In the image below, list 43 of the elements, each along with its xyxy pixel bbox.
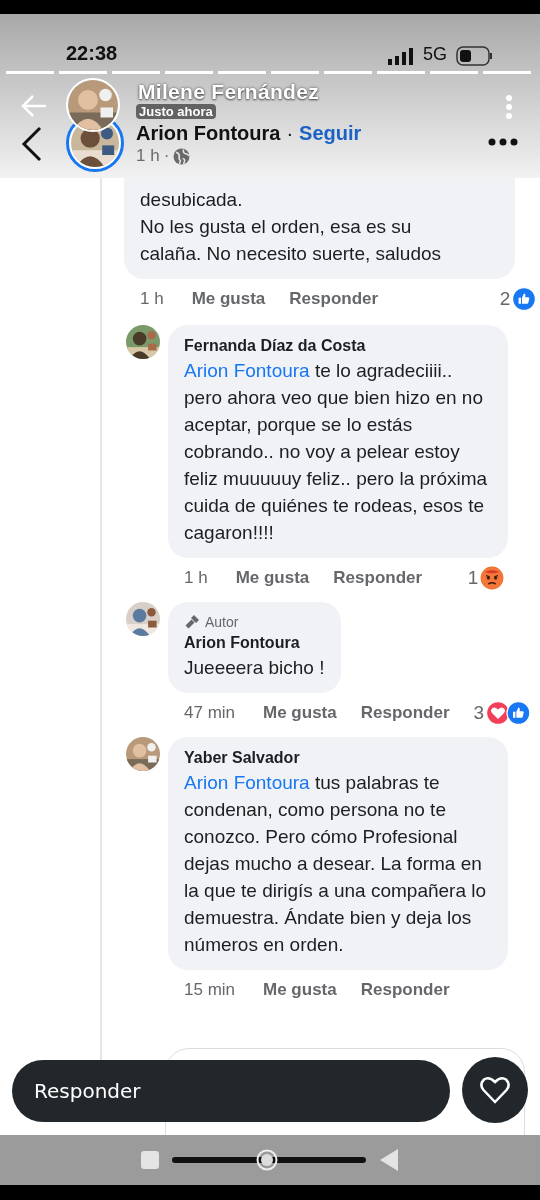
like-icon	[512, 287, 537, 311]
comment-author[interactable]: Fernanda Díaz da Costa	[184, 335, 492, 357]
signal-icon	[388, 48, 413, 65]
globe-icon	[173, 147, 191, 165]
comment-time: 1 h	[140, 289, 164, 309]
comment-author[interactable]: Arion Fontoura	[184, 632, 325, 654]
like-icon	[506, 701, 531, 725]
post-author[interactable]: Arion Fontoura	[136, 122, 281, 145]
like-button[interactable]: Me gusta	[263, 980, 337, 1000]
reaction-count: 1	[467, 567, 479, 589]
mention-link[interactable]: Arion Fontoura	[184, 360, 310, 381]
like-button[interactable]: Me gusta	[235, 568, 310, 588]
follow-link[interactable]: Seguir	[299, 122, 362, 145]
comment-time: 47 min	[184, 703, 236, 723]
author-label: Autor	[205, 613, 239, 632]
network-label: 5G	[423, 44, 447, 65]
post-time: 1 h	[136, 146, 160, 166]
comment-text: Arion Fontoura te lo agradeciiii.. pero ahora veo que bien hizo en no aceptar, porque se lo estás cobrando.. no voy a pelear estoy feliz muuuuuy feliz.. pero la próxima cuida de quiénes te rodeas, esos te cagaron!!!!	[184, 359, 489, 545]
reply-field[interactable]: Responder	[12, 1060, 450, 1122]
comment-text: desubicada. No les gusta el orden, esa es su calaña. No necesito suerte, saludos	[140, 188, 442, 266]
status-time: 22:38	[66, 42, 118, 65]
reply-button[interactable]: Responder	[360, 980, 450, 1000]
comment-time: 1 h	[184, 568, 208, 588]
reply-button[interactable]: Responder	[333, 568, 423, 588]
like-button[interactable]: Me gusta	[191, 289, 266, 309]
mention-link[interactable]: Arion Fontoura	[184, 772, 310, 793]
comment-time: 15 min	[184, 980, 236, 1000]
separator: ·	[286, 122, 294, 145]
comment-text: Jueeeera bicho !	[184, 656, 325, 680]
comment-author[interactable]: Yaber Salvador	[184, 747, 492, 769]
battery-icon	[456, 46, 493, 66]
reply-button[interactable]: Responder	[289, 289, 379, 309]
reply-button[interactable]: Responder	[360, 703, 450, 723]
comment-text: Arion Fontoura tus palabras te condenan, como persona no te conozco. Pero cómo Profesional dejas mucho a desear. La forma en la que te dirigís a una compañera lo demuestra. Ándate bien y deja los números en orden.	[184, 771, 488, 957]
reaction-count: 3	[473, 702, 485, 724]
angry-face-icon	[481, 566, 504, 590]
like-button[interactable]: Me gusta	[263, 703, 337, 723]
reaction-count: 2	[499, 288, 511, 310]
heart-icon	[480, 1076, 510, 1104]
more-icon[interactable]	[488, 138, 518, 146]
separator: ·	[163, 146, 170, 166]
home-handle-icon[interactable]	[172, 1149, 366, 1171]
story-time: Justo ahora	[136, 104, 216, 119]
